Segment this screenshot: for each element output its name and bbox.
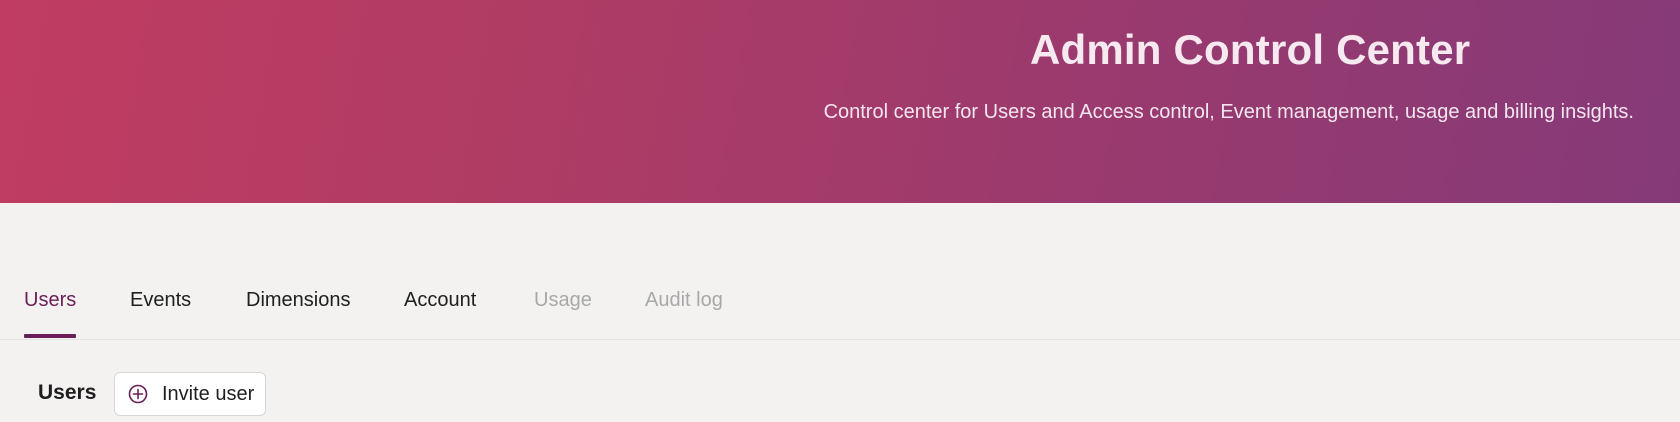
tab-events[interactable]: Events bbox=[130, 289, 191, 312]
active-tab-indicator bbox=[24, 334, 77, 338]
tab-usage: Usage bbox=[534, 289, 592, 312]
invite-user-button[interactable]: Invite user bbox=[114, 372, 266, 416]
section-title: Users bbox=[38, 381, 97, 404]
tab-label: Dimensions bbox=[246, 289, 351, 311]
tab-label: Events bbox=[130, 289, 192, 311]
plus-circle-icon bbox=[128, 384, 148, 404]
page-title: Admin Control Center bbox=[1030, 26, 1471, 73]
tab-bar: Users Events Dimensions Account Usage Au… bbox=[0, 203, 1680, 340]
invite-user-label: Invite user bbox=[162, 382, 255, 405]
tab-users[interactable]: Users bbox=[24, 289, 77, 338]
tab-account[interactable]: Account bbox=[404, 289, 476, 312]
page-subtitle: Control center for Users and Access cont… bbox=[823, 101, 1634, 123]
tab-label: Usage bbox=[534, 289, 592, 311]
tab-label: Audit log bbox=[645, 289, 723, 311]
tab-dimensions[interactable]: Dimensions bbox=[246, 289, 350, 312]
tab-label: Users bbox=[24, 289, 77, 311]
users-section: Users Invite user bbox=[0, 340, 1680, 422]
header-banner: Admin Control Center Control center for … bbox=[0, 0, 1680, 203]
tab-label: Account bbox=[404, 289, 477, 311]
tab-audit-log: Audit log bbox=[645, 289, 723, 312]
